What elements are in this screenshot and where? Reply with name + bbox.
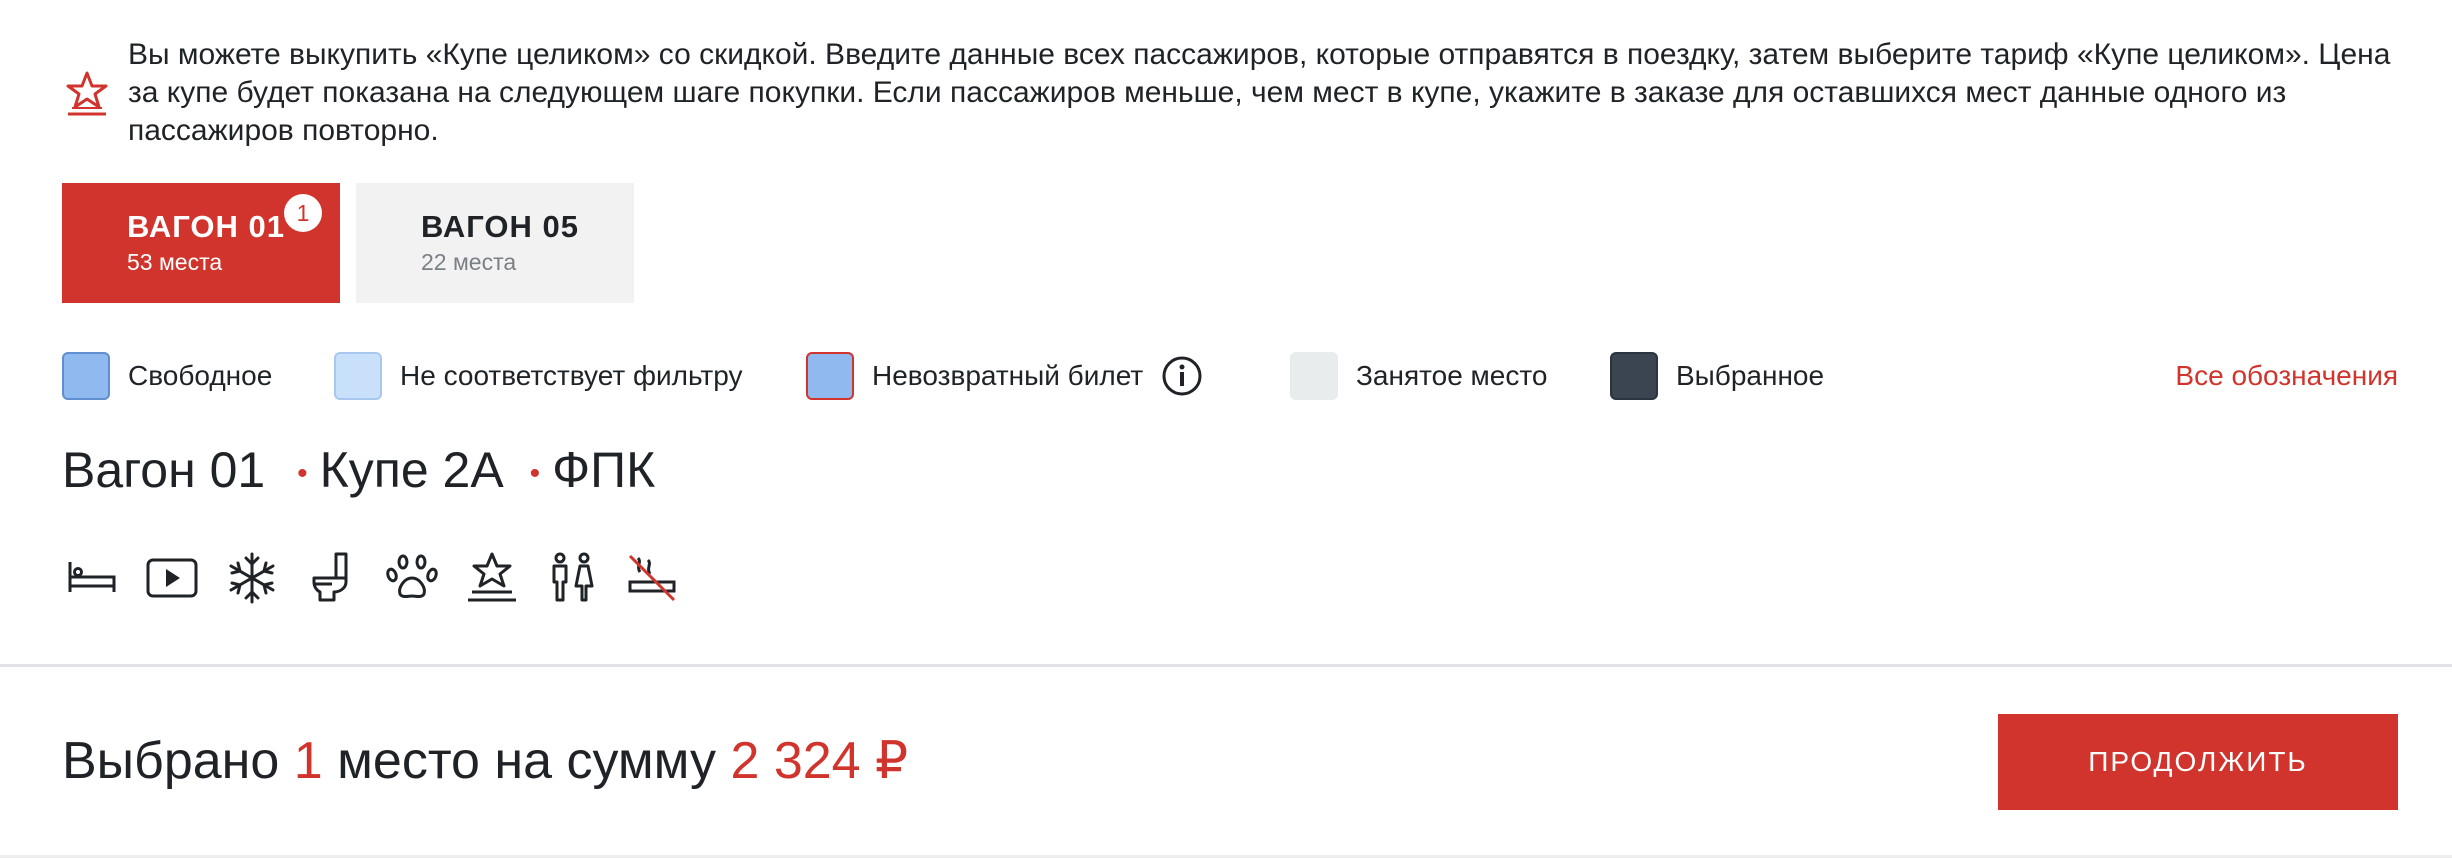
notice-banner: Вы можете выкупить «Купе целиком» со ски… [62, 36, 2392, 150]
legend-item-nonrefundable: Невозвратный билет [806, 352, 1203, 400]
divider [0, 664, 2452, 667]
seat-legend: Свободное Не соответствует фильтру Невоз… [62, 352, 2398, 400]
legend-label: Свободное [128, 360, 273, 391]
no-smoking-icon [628, 554, 676, 602]
legend-item-free: Свободное [62, 352, 272, 400]
selected-count: 1 [293, 732, 323, 790]
wagon-heading: Вагон 01 • Купе 2А • ФПК [62, 440, 655, 504]
legend-label: Не соответствует фильтру [400, 360, 743, 391]
star-podium-icon [66, 71, 108, 116]
legend-item-selected: Выбранное [1610, 352, 1824, 400]
video-icon [146, 558, 198, 598]
legend-swatch [62, 352, 110, 400]
legend-swatch [1290, 352, 1338, 400]
wagon-tab-01[interactable]: ВАГОН 01 53 места 1 [62, 183, 340, 303]
snowflake-icon [229, 552, 275, 604]
toilet-icon [312, 552, 348, 602]
coupe-number: Купе 2А [319, 442, 504, 498]
restroom-icon [552, 552, 594, 602]
star-podium-icon [468, 552, 516, 602]
separator-dot: • [529, 456, 541, 490]
legend-swatch [334, 352, 382, 400]
selected-count-badge: 1 [284, 194, 322, 232]
summary-prefix: Выбрано [62, 732, 280, 790]
wagon-number: Вагон 01 [62, 442, 266, 498]
all-legend-link[interactable]: Все обозначения [2175, 352, 2398, 400]
bottom-divider [0, 855, 2452, 858]
wagon-tab-seats: 22 места [421, 249, 517, 275]
legend-label: Невозвратный билет [872, 360, 1144, 391]
legend-swatch [1610, 352, 1658, 400]
legend-swatch [806, 352, 854, 400]
wagon-tabs: ВАГОН 01 53 места 1 ВАГОН 05 22 места [62, 183, 650, 303]
total-amount: 2 324 ₽ [730, 732, 909, 790]
order-summary: Выбрано 1 место на сумму 2 324 ₽ [62, 726, 908, 796]
continue-button[interactable]: ПРОДОЛЖИТЬ [1998, 714, 2398, 810]
legend-item-filter-mismatch: Не соответствует фильтру [334, 352, 742, 400]
legend-label: Выбранное [1676, 360, 1825, 391]
wagon-tab-05[interactable]: ВАГОН 05 22 места [356, 183, 634, 303]
notice-text: Вы можете выкупить «Купе целиком» со ски… [128, 38, 2391, 147]
wagon-tab-title: ВАГОН 05 [421, 209, 579, 244]
amenities-row [62, 548, 702, 608]
wagon-tab-seats: 53 места [127, 249, 223, 275]
bed-icon [68, 562, 116, 592]
paw-icon [386, 554, 438, 598]
summary-middle: место на сумму [337, 732, 717, 790]
legend-label: Занятое место [1356, 360, 1548, 391]
info-icon[interactable] [1161, 355, 1203, 397]
separator-dot: • [297, 456, 308, 490]
carrier-name: ФПК [552, 442, 656, 498]
legend-item-occupied: Занятое место [1290, 352, 1547, 400]
